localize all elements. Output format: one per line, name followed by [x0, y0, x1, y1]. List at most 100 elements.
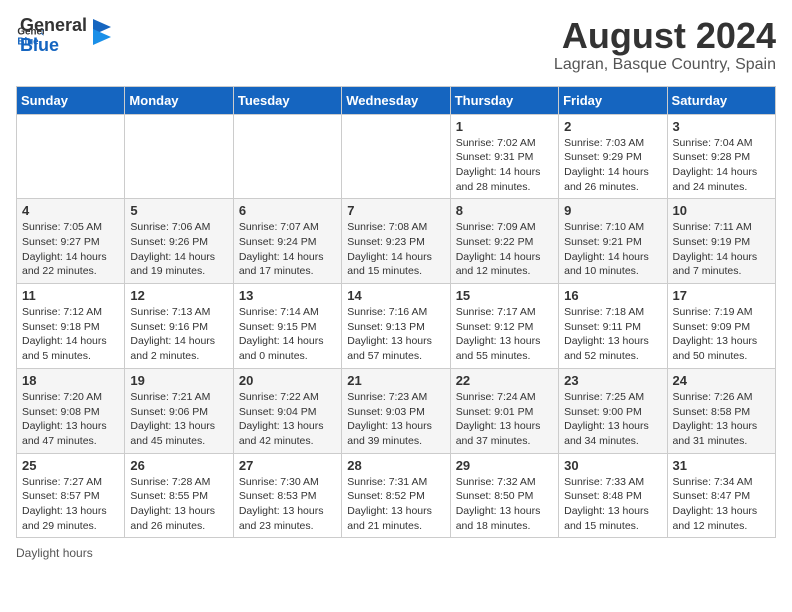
calendar-day-cell: 4 Sunrise: 7:05 AM Sunset: 9:27 PM Daylig… [17, 199, 125, 284]
calendar-day-cell: 20 Sunrise: 7:22 AM Sunset: 9:04 PM Dayli… [233, 368, 341, 453]
day-detail: Sunrise: 7:22 AM Sunset: 9:04 PM Dayligh… [239, 390, 336, 449]
day-detail: Sunrise: 7:12 AM Sunset: 9:18 PM Dayligh… [22, 305, 119, 364]
day-number: 28 [347, 458, 444, 473]
day-number: 21 [347, 373, 444, 388]
day-detail: Sunrise: 7:23 AM Sunset: 9:03 PM Dayligh… [347, 390, 444, 449]
day-detail: Sunrise: 7:25 AM Sunset: 9:00 PM Dayligh… [564, 390, 661, 449]
day-number: 1 [456, 119, 553, 134]
day-number: 8 [456, 203, 553, 218]
day-number: 31 [673, 458, 770, 473]
day-number: 20 [239, 373, 336, 388]
calendar-day-cell: 13Sunrise: 7:14 AM Sunset: 9:15 PM Dayli… [233, 284, 341, 369]
calendar-day-cell: 24 Sunrise: 7:26 AM Sunset: 8:58 PM Dayli… [667, 368, 775, 453]
day-detail: Sunrise: 7:11 AM Sunset: 9:19 PM Dayligh… [673, 220, 770, 279]
day-number: 14 [347, 288, 444, 303]
day-detail: Sunrise: 7:09 AM Sunset: 9:22 PM Dayligh… [456, 220, 553, 279]
day-detail: Sunrise: 7:31 AM Sunset: 8:52 PM Dayligh… [347, 475, 444, 534]
calendar-day-cell: 7 Sunrise: 7:08 AM Sunset: 9:23 PM Daylig… [342, 199, 450, 284]
day-detail: Sunrise: 7:19 AM Sunset: 9:09 PM Dayligh… [673, 305, 770, 364]
calendar-day-cell: 19Sunrise: 7:21 AM Sunset: 9:06 PM Dayli… [125, 368, 233, 453]
day-detail: Sunrise: 7:27 AM Sunset: 8:57 PM Dayligh… [22, 475, 119, 534]
day-number: 6 [239, 203, 336, 218]
calendar-day-cell: 10 Sunrise: 7:11 AM Sunset: 9:19 PM Dayli… [667, 199, 775, 284]
calendar-day-cell: 26Sunrise: 7:28 AM Sunset: 8:55 PM Dayli… [125, 453, 233, 538]
day-number: 29 [456, 458, 553, 473]
day-number: 9 [564, 203, 661, 218]
calendar-day-header: Saturday [667, 86, 775, 114]
calendar-day-cell: 22Sunrise: 7:24 AM Sunset: 9:01 PM Dayli… [450, 368, 558, 453]
day-number: 13 [239, 288, 336, 303]
calendar-table: SundayMondayTuesdayWednesdayThursdayFrid… [16, 86, 776, 539]
day-number: 16 [564, 288, 661, 303]
calendar-day-cell: 3 Sunrise: 7:04 AM Sunset: 9:28 PM Daylig… [667, 114, 775, 199]
calendar-day-cell: 23 Sunrise: 7:25 AM Sunset: 9:00 PM Dayli… [559, 368, 667, 453]
logo-blue-text: Blue [20, 36, 87, 56]
day-detail: Sunrise: 7:20 AM Sunset: 9:08 PM Dayligh… [22, 390, 119, 449]
day-detail: Sunrise: 7:30 AM Sunset: 8:53 PM Dayligh… [239, 475, 336, 534]
day-number: 5 [130, 203, 227, 218]
calendar-day-cell [342, 114, 450, 199]
calendar-day-cell [233, 114, 341, 199]
calendar-week-row: 25Sunrise: 7:27 AM Sunset: 8:57 PM Dayli… [17, 453, 776, 538]
day-detail: Sunrise: 7:21 AM Sunset: 9:06 PM Dayligh… [130, 390, 227, 449]
day-number: 15 [456, 288, 553, 303]
day-number: 17 [673, 288, 770, 303]
calendar-day-header: Monday [125, 86, 233, 114]
day-detail: Sunrise: 7:04 AM Sunset: 9:28 PM Dayligh… [673, 136, 770, 195]
day-detail: Sunrise: 7:07 AM Sunset: 9:24 PM Dayligh… [239, 220, 336, 279]
day-detail: Sunrise: 7:13 AM Sunset: 9:16 PM Dayligh… [130, 305, 227, 364]
calendar-day-cell: 18 Sunrise: 7:20 AM Sunset: 9:08 PM Dayli… [17, 368, 125, 453]
day-detail: Sunrise: 7:03 AM Sunset: 9:29 PM Dayligh… [564, 136, 661, 195]
day-detail: Sunrise: 7:18 AM Sunset: 9:11 PM Dayligh… [564, 305, 661, 364]
day-detail: Sunrise: 7:32 AM Sunset: 8:50 PM Dayligh… [456, 475, 553, 534]
calendar-header-row: SundayMondayTuesdayWednesdayThursdayFrid… [17, 86, 776, 114]
calendar-day-cell: 6 Sunrise: 7:07 AM Sunset: 9:24 PM Daylig… [233, 199, 341, 284]
day-detail: Sunrise: 7:06 AM Sunset: 9:26 PM Dayligh… [130, 220, 227, 279]
day-detail: Sunrise: 7:33 AM Sunset: 8:48 PM Dayligh… [564, 475, 661, 534]
calendar-day-cell: 1Sunrise: 7:02 AM Sunset: 9:31 PM Daylig… [450, 114, 558, 199]
day-detail: Sunrise: 7:28 AM Sunset: 8:55 PM Dayligh… [130, 475, 227, 534]
day-detail: Sunrise: 7:05 AM Sunset: 9:27 PM Dayligh… [22, 220, 119, 279]
day-number: 7 [347, 203, 444, 218]
day-number: 30 [564, 458, 661, 473]
calendar-day-cell: 30 Sunrise: 7:33 AM Sunset: 8:48 PM Dayli… [559, 453, 667, 538]
day-detail: Sunrise: 7:16 AM Sunset: 9:13 PM Dayligh… [347, 305, 444, 364]
day-number: 24 [673, 373, 770, 388]
day-number: 23 [564, 373, 661, 388]
day-number: 11 [22, 288, 119, 303]
day-number: 4 [22, 203, 119, 218]
calendar-day-header: Thursday [450, 86, 558, 114]
calendar-day-cell: 9 Sunrise: 7:10 AM Sunset: 9:21 PM Daylig… [559, 199, 667, 284]
calendar-day-cell [17, 114, 125, 199]
calendar-day-cell: 12 Sunrise: 7:13 AM Sunset: 9:16 PM Dayli… [125, 284, 233, 369]
location-subtitle: Lagran, Basque Country, Spain [554, 56, 776, 74]
calendar-day-cell: 11 Sunrise: 7:12 AM Sunset: 9:18 PM Dayli… [17, 284, 125, 369]
calendar-day-cell: 25Sunrise: 7:27 AM Sunset: 8:57 PM Dayli… [17, 453, 125, 538]
calendar-week-row: 1Sunrise: 7:02 AM Sunset: 9:31 PM Daylig… [17, 114, 776, 199]
calendar-day-cell: 29 Sunrise: 7:32 AM Sunset: 8:50 PM Dayli… [450, 453, 558, 538]
day-number: 3 [673, 119, 770, 134]
calendar-day-cell: 17 Sunrise: 7:19 AM Sunset: 9:09 PM Dayli… [667, 284, 775, 369]
day-number: 18 [22, 373, 119, 388]
calendar-day-cell: 5 Sunrise: 7:06 AM Sunset: 9:26 PM Daylig… [125, 199, 233, 284]
day-number: 12 [130, 288, 227, 303]
calendar-day-cell: 15Sunrise: 7:17 AM Sunset: 9:12 PM Dayli… [450, 284, 558, 369]
calendar-week-row: 18 Sunrise: 7:20 AM Sunset: 9:08 PM Dayli… [17, 368, 776, 453]
calendar-day-cell: 28 Sunrise: 7:31 AM Sunset: 8:52 PM Dayli… [342, 453, 450, 538]
day-detail: Sunrise: 7:10 AM Sunset: 9:21 PM Dayligh… [564, 220, 661, 279]
day-detail: Sunrise: 7:24 AM Sunset: 9:01 PM Dayligh… [456, 390, 553, 449]
day-number: 10 [673, 203, 770, 218]
calendar-day-cell: 27 Sunrise: 7:30 AM Sunset: 8:53 PM Dayli… [233, 453, 341, 538]
calendar-day-cell [125, 114, 233, 199]
day-number: 27 [239, 458, 336, 473]
day-detail: Sunrise: 7:26 AM Sunset: 8:58 PM Dayligh… [673, 390, 770, 449]
calendar-day-cell: 21 Sunrise: 7:23 AM Sunset: 9:03 PM Dayli… [342, 368, 450, 453]
calendar-day-header: Tuesday [233, 86, 341, 114]
logo-general-text: General [20, 16, 87, 36]
month-year-title: August 2024 [554, 16, 776, 56]
day-detail: Sunrise: 7:08 AM Sunset: 9:23 PM Dayligh… [347, 220, 444, 279]
calendar-day-cell: 2Sunrise: 7:03 AM Sunset: 9:29 PM Daylig… [559, 114, 667, 199]
calendar-day-cell: 16 Sunrise: 7:18 AM Sunset: 9:11 PM Dayli… [559, 284, 667, 369]
calendar-week-row: 4 Sunrise: 7:05 AM Sunset: 9:27 PM Daylig… [17, 199, 776, 284]
calendar-day-cell: 8 Sunrise: 7:09 AM Sunset: 9:22 PM Daylig… [450, 199, 558, 284]
